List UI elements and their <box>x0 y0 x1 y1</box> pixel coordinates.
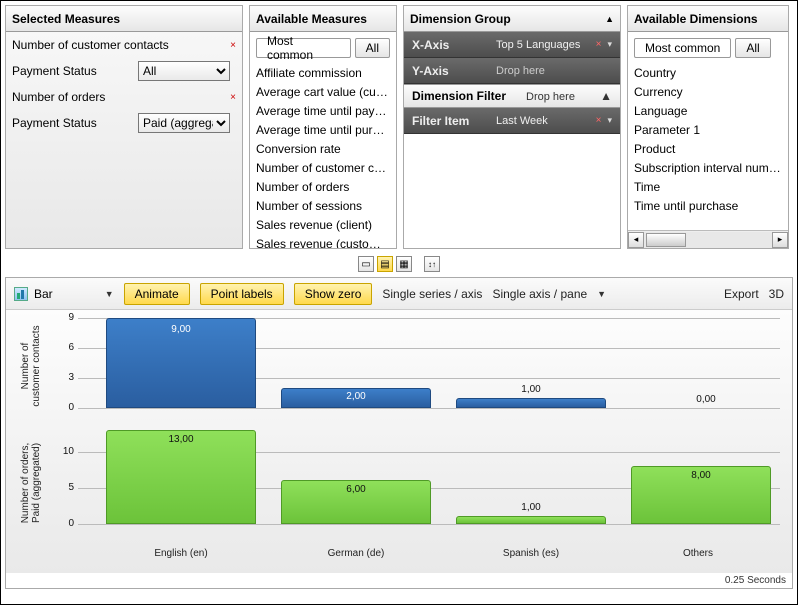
x-category: English (en) <box>101 548 261 559</box>
plot-contacts: Number ofcustomer contacts 9 6 3 0 9,00 … <box>6 316 792 420</box>
list-item[interactable]: Average cart value (cus… <box>256 83 390 102</box>
available-measures-panel: Available Measures Most common All Affil… <box>249 5 397 249</box>
3d-button[interactable]: 3D <box>769 287 784 301</box>
remove-filter-icon[interactable]: × <box>596 115 602 126</box>
list-item[interactable]: Subscription interval numbe <box>634 159 782 178</box>
x-category: German (de) <box>276 548 436 559</box>
selected-measures-header: Selected Measures <box>6 6 242 32</box>
list-item[interactable]: Average time until purc… <box>256 121 390 140</box>
list-item[interactable]: Average time until pay… <box>256 102 390 121</box>
dimension-group-header: Dimension Group▲ <box>404 6 620 32</box>
x-category: Others <box>618 548 778 559</box>
bar-chart-icon <box>14 287 28 301</box>
view-mode-4[interactable]: ↕↑ <box>424 256 440 272</box>
selected-measure-filter-row: Payment Status All <box>6 58 242 84</box>
payment-status-select-2[interactable]: Paid (aggrega <box>138 113 230 133</box>
list-item[interactable]: Currency <box>634 83 782 102</box>
list-item[interactable]: Number of orders <box>256 178 390 197</box>
point-labels-button[interactable]: Point labels <box>200 283 284 305</box>
list-item[interactable]: Product <box>634 140 782 159</box>
chevron-down-icon[interactable]: ▼ <box>597 289 606 299</box>
view-mode-1[interactable]: ▭ <box>358 256 374 272</box>
chart-type-select[interactable]: Bar ▼ <box>14 287 114 301</box>
list-item[interactable]: Time until purchase <box>634 197 782 216</box>
list-item[interactable]: Number of customer c… <box>256 159 390 178</box>
selected-measure-row: Number of orders × <box>6 84 242 110</box>
list-item[interactable]: Conversion rate <box>256 140 390 159</box>
x-axis-row[interactable]: X-Axis Top 5 Languages × ▾ <box>404 32 620 58</box>
view-mode-3[interactable]: ▦ <box>396 256 412 272</box>
remove-measure-icon[interactable]: × <box>230 92 236 103</box>
list-item[interactable]: Parameter 1 <box>634 121 782 140</box>
x-category: Spanish (es) <box>451 548 611 559</box>
view-mode-2[interactable]: ▤ <box>377 256 393 272</box>
bar <box>456 516 606 524</box>
available-dimensions-list: Country Currency Language Parameter 1 Pr… <box>628 64 788 230</box>
remove-x-axis-icon[interactable]: × <box>596 39 602 50</box>
list-item[interactable]: Sales revenue (customer) <box>256 235 390 248</box>
scroll-right-icon[interactable]: ▸ <box>772 232 788 248</box>
most-common-tab[interactable]: Most common <box>256 38 351 58</box>
available-dimensions-panel: Available Dimensions Most common All Cou… <box>627 5 789 249</box>
collapse-icon[interactable]: ▲ <box>605 6 614 32</box>
available-measures-list: Affiliate commission Average cart value … <box>250 64 396 248</box>
chevron-down-icon: ▼ <box>105 289 114 299</box>
list-item[interactable]: Time <box>634 178 782 197</box>
list-item[interactable]: Sales revenue (client) <box>256 216 390 235</box>
render-time: 0.25 Seconds <box>6 573 792 588</box>
chart-panel: Bar ▼ Animate Point labels Show zero Sin… <box>5 277 793 589</box>
remove-measure-icon[interactable]: × <box>230 40 236 51</box>
selected-measure-filter-row: Payment Status Paid (aggrega <box>6 110 242 136</box>
h-scrollbar[interactable]: ◂ ▸ <box>628 230 788 248</box>
dimension-group-panel: Dimension Group▲ X-Axis Top 5 Languages … <box>403 5 621 249</box>
export-button[interactable]: Export <box>724 287 759 301</box>
dimension-filter-header: Dimension FilterDrop here ▲ <box>404 84 620 108</box>
single-series-label[interactable]: Single series / axis <box>382 287 482 301</box>
selected-measures-panel: Selected Measures Number of customer con… <box>5 5 243 249</box>
show-zero-button[interactable]: Show zero <box>294 283 373 305</box>
most-common-tab[interactable]: Most common <box>634 38 731 58</box>
list-item[interactable]: Affiliate commission <box>256 64 390 83</box>
all-tab[interactable]: All <box>355 38 390 58</box>
scroll-thumb[interactable] <box>646 233 686 247</box>
available-measures-header: Available Measures <box>250 6 396 32</box>
y-axis-title-1: Number ofcustomer contacts <box>20 316 42 416</box>
scroll-left-icon[interactable]: ◂ <box>628 232 644 248</box>
animate-button[interactable]: Animate <box>124 283 190 305</box>
y-axis-row[interactable]: Y-Axis Drop here <box>404 58 620 84</box>
plot-orders: Number of orders,Paid (aggregated) 10 5 … <box>6 428 792 548</box>
collapse-icon[interactable]: ▲ <box>600 84 612 108</box>
selected-measure-row: Number of customer contacts × <box>6 32 242 58</box>
filter-item-row[interactable]: Filter Item Last Week × ▾ <box>404 108 620 134</box>
list-item[interactable]: Country <box>634 64 782 83</box>
y-axis-title-2: Number of orders,Paid (aggregated) <box>20 428 42 538</box>
chart-toolbar: Bar ▼ Animate Point labels Show zero Sin… <box>6 278 792 310</box>
bar <box>456 398 606 408</box>
list-item[interactable]: Number of sessions <box>256 197 390 216</box>
available-dimensions-header: Available Dimensions <box>628 6 788 32</box>
view-mode-row: ▭ ▤ ▦ ↕↑ <box>1 255 797 273</box>
list-item[interactable]: Language <box>634 102 782 121</box>
payment-status-select-1[interactable]: All <box>138 61 230 81</box>
all-tab[interactable]: All <box>735 38 770 58</box>
single-axis-label[interactable]: Single axis / pane <box>492 287 587 301</box>
